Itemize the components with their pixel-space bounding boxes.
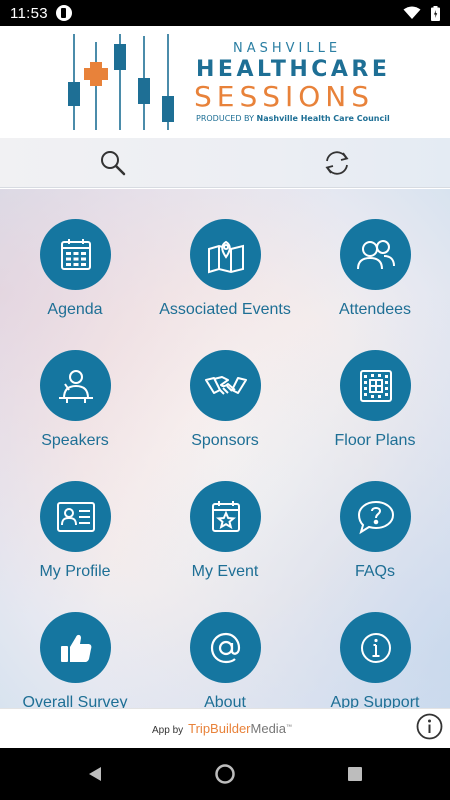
thumbs-up-icon <box>60 634 91 662</box>
footer-credit: App by TripBuilderMedia™ <box>152 721 292 736</box>
tile-label: App Support <box>330 694 420 708</box>
tile-label: My Event <box>191 563 259 580</box>
back-button[interactable] <box>83 762 107 786</box>
tile-label: Associated Events <box>159 301 291 318</box>
tile-circle <box>340 612 411 683</box>
brand-credit-prefix: PRODUCED BY <box>196 114 254 123</box>
search-icon <box>101 151 126 176</box>
tile-circle <box>340 219 411 290</box>
floor-plan-icon <box>359 369 392 402</box>
tile-attendees[interactable]: Attendees <box>300 189 450 320</box>
menu-grid: Agenda Associated Events Attendees Speak… <box>0 189 450 708</box>
brand-city: NASHVILLE <box>233 41 342 56</box>
sync-button[interactable] <box>320 146 354 180</box>
status-bar: 11:53 <box>0 0 450 26</box>
tile-circle <box>190 612 261 683</box>
calendar-star-icon <box>211 500 240 532</box>
recents-square-icon <box>348 767 362 781</box>
tile-label: My Profile <box>39 563 111 580</box>
tile-circle <box>190 219 261 290</box>
wifi-icon <box>403 6 421 19</box>
sync-icon <box>325 151 349 175</box>
tile-label: Speakers <box>41 432 109 449</box>
recents-button[interactable] <box>343 762 367 786</box>
brand-credit: PRODUCED BY Nashville Health Care Counci… <box>196 114 390 123</box>
tile-circle <box>40 219 111 290</box>
tile-label: FAQs <box>354 563 395 580</box>
tile-overall-survey[interactable]: Overall Survey <box>0 582 150 708</box>
tile-circle <box>40 481 111 552</box>
tile-my-profile[interactable]: My Profile <box>0 451 150 582</box>
system-nav-bar <box>0 748 450 800</box>
toolbar <box>0 138 450 188</box>
tile-sponsors[interactable]: Sponsors <box>150 320 300 451</box>
tile-circle <box>340 350 411 421</box>
brand-healthcare: HEALTHCARE <box>196 57 391 82</box>
tile-agenda[interactable]: Agenda <box>0 189 150 320</box>
home-circle-icon <box>215 764 235 784</box>
info-button[interactable] <box>416 713 443 740</box>
tile-about[interactable]: About <box>150 582 300 708</box>
tripbuilder-media: Media <box>250 721 286 736</box>
tile-associated-events[interactable]: Associated Events <box>150 189 300 320</box>
tile-speakers[interactable]: Speakers <box>0 320 150 451</box>
tile-label: Attendees <box>338 301 412 318</box>
trademark: ™ <box>285 724 292 731</box>
tripbuilder-brand: TripBuilder <box>188 721 251 736</box>
tile-label: About <box>204 694 246 708</box>
info-icon <box>360 632 391 663</box>
id-card-icon <box>56 501 95 532</box>
status-indicators <box>403 5 440 21</box>
people-icon <box>356 239 395 269</box>
home-button[interactable] <box>213 762 237 786</box>
tile-circle <box>190 481 261 552</box>
map-pin-icon <box>207 240 244 273</box>
tile-circle <box>40 350 111 421</box>
footer: App by TripBuilderMedia™ <box>0 708 450 748</box>
calendar-grid-icon <box>60 238 91 270</box>
tile-circle <box>190 350 261 421</box>
tile-label: Floor Plans <box>334 432 416 449</box>
logo-mark-icon <box>68 34 174 130</box>
tile-floor-plans[interactable]: Floor Plans <box>300 320 450 451</box>
tile-label: Agenda <box>47 301 103 318</box>
battery-icon <box>431 5 440 21</box>
app-by-label: App by <box>152 725 184 736</box>
app-notification-icon <box>55 5 72 21</box>
tile-label: Sponsors <box>191 432 259 449</box>
brand-credit-org: Nashville Health Care Council <box>256 114 390 123</box>
handshake-icon <box>204 375 247 395</box>
brand-sessions: SESSIONS <box>194 80 375 113</box>
question-bubble-icon <box>357 500 394 534</box>
tile-circle <box>340 481 411 552</box>
tile-circle <box>40 612 111 683</box>
back-triangle-icon <box>89 767 101 781</box>
status-time: 11:53 <box>10 4 48 22</box>
tile-app-support[interactable]: App Support <box>300 582 450 708</box>
speaker-podium-icon <box>58 369 93 403</box>
tile-my-event[interactable]: My Event <box>150 451 300 582</box>
search-button[interactable] <box>96 146 130 180</box>
at-sign-icon <box>210 632 240 663</box>
app-header: NASHVILLE HEALTHCARE SESSIONS PRODUCED B… <box>0 26 450 138</box>
tile-faqs[interactable]: FAQs <box>300 451 450 582</box>
tile-label: Overall Survey <box>22 694 128 708</box>
